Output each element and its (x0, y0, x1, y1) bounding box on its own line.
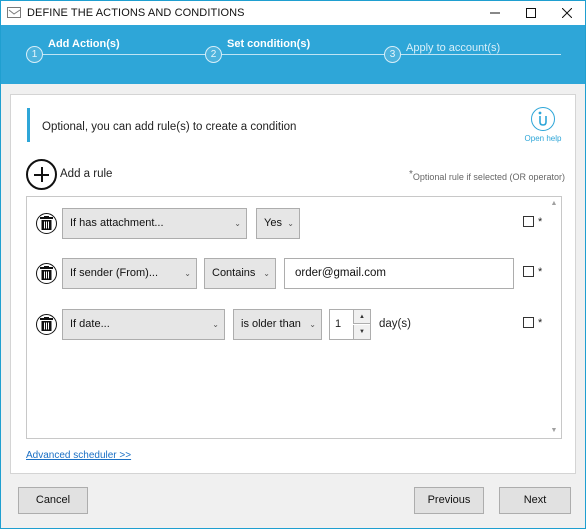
chevron-down-icon: ⌄ (287, 219, 294, 228)
decrement-button[interactable]: ▼ (353, 325, 370, 339)
operator-select-value: Contains (212, 267, 256, 279)
condition-select[interactable]: If sender (From)... ⌄ (62, 258, 197, 289)
step-connector (401, 54, 561, 55)
or-note-asterisk: * (409, 169, 413, 180)
intro-accent-bar (27, 108, 30, 142)
minimize-button[interactable] (475, 1, 515, 25)
rule-row: If has attachment... ⌄ Yes ⌄ * (27, 208, 547, 240)
rules-scrollbar[interactable]: ▲ ▼ (547, 197, 561, 438)
window-title: DEFINE THE ACTIONS AND CONDITIONS (27, 7, 245, 19)
sender-value-input[interactable]: order@gmail.com (284, 258, 514, 289)
help-icon (531, 107, 555, 131)
step-1-number: 1 (26, 46, 43, 63)
days-value: 1 (335, 318, 342, 330)
operator-select[interactable]: is older than ⌄ (233, 309, 322, 340)
step-2-number: 2 (205, 46, 222, 63)
or-asterisk: * (538, 266, 543, 278)
scroll-down-icon[interactable]: ▼ (550, 427, 558, 434)
chevron-down-icon: ⌄ (309, 320, 316, 329)
rule-row: If sender (From)... ⌄ Contains ⌄ order@g… (27, 258, 547, 290)
or-checkbox[interactable] (523, 317, 534, 328)
trash-icon (40, 266, 53, 280)
operator-select[interactable]: Yes ⌄ (256, 208, 300, 239)
cancel-button[interactable]: Cancel (18, 487, 88, 514)
close-button[interactable] (547, 1, 586, 25)
delete-rule-button[interactable] (36, 213, 57, 234)
trash-icon (40, 216, 53, 230)
step-3-label: Apply to account(s) (406, 42, 501, 54)
dialog-window: DEFINE THE ACTIONS AND CONDITIONS 1 Add … (0, 0, 586, 529)
days-unit-label: day(s) (379, 318, 411, 330)
add-rule-button[interactable] (26, 159, 57, 190)
scroll-up-icon[interactable]: ▲ (550, 200, 558, 207)
next-button[interactable]: Next (499, 487, 571, 514)
condition-select-value: If has attachment... (70, 217, 164, 229)
step-connector (222, 54, 385, 55)
chevron-down-icon: ⌄ (212, 320, 219, 329)
maximize-icon (526, 8, 536, 18)
step-connector (43, 54, 206, 55)
window-icon (7, 7, 21, 18)
chevron-down-icon: ⌄ (184, 269, 191, 278)
conditions-panel: Optional, you can add rule(s) to create … (10, 94, 576, 474)
maximize-button[interactable] (511, 1, 551, 25)
or-asterisk: * (538, 317, 543, 329)
operator-select-value: is older than (241, 318, 301, 330)
chevron-down-icon: ⌄ (263, 269, 270, 278)
previous-button[interactable]: Previous (414, 487, 484, 514)
wizard-steps-header: 1 Add Action(s) 2 Set condition(s) 3 App… (1, 25, 585, 84)
delete-rule-button[interactable] (36, 263, 57, 284)
intro-text: Optional, you can add rule(s) to create … (42, 121, 297, 133)
rules-list: If has attachment... ⌄ Yes ⌄ * If sender… (26, 196, 562, 439)
trash-icon (40, 317, 53, 331)
or-checkbox[interactable] (523, 216, 534, 227)
or-operator-note: *Optional rule if selected (OR operator) (409, 169, 565, 183)
operator-select-value: Yes (264, 217, 282, 229)
condition-select[interactable]: If has attachment... ⌄ (62, 208, 247, 239)
title-bar: DEFINE THE ACTIONS AND CONDITIONS (1, 1, 585, 25)
or-asterisk: * (538, 216, 543, 228)
help-label: Open help (524, 134, 562, 143)
open-help-button[interactable]: Open help (521, 107, 565, 143)
operator-select[interactable]: Contains ⌄ (204, 258, 276, 289)
delete-rule-button[interactable] (36, 314, 57, 335)
add-rule-label[interactable]: Add a rule (60, 168, 112, 180)
condition-select-value: If sender (From)... (70, 267, 159, 279)
condition-select-value: If date... (70, 318, 110, 330)
rule-row: If date... ⌄ is older than ⌄ 1 ▲ ▼ day(s… (27, 309, 547, 341)
chevron-down-icon: ⌄ (234, 219, 241, 228)
advanced-scheduler-link[interactable]: Advanced scheduler >> (26, 450, 131, 461)
increment-button[interactable]: ▲ (353, 310, 370, 324)
condition-select[interactable]: If date... ⌄ (62, 309, 225, 340)
days-number-stepper[interactable]: 1 ▲ ▼ (329, 309, 371, 340)
step-3-number: 3 (384, 46, 401, 63)
close-icon (562, 8, 572, 18)
minimize-icon (490, 12, 500, 14)
step-1-label: Add Action(s) (48, 38, 120, 50)
or-checkbox[interactable] (523, 266, 534, 277)
or-note-text: Optional rule if selected (OR operator) (412, 172, 565, 182)
step-2-label: Set condition(s) (227, 38, 311, 50)
